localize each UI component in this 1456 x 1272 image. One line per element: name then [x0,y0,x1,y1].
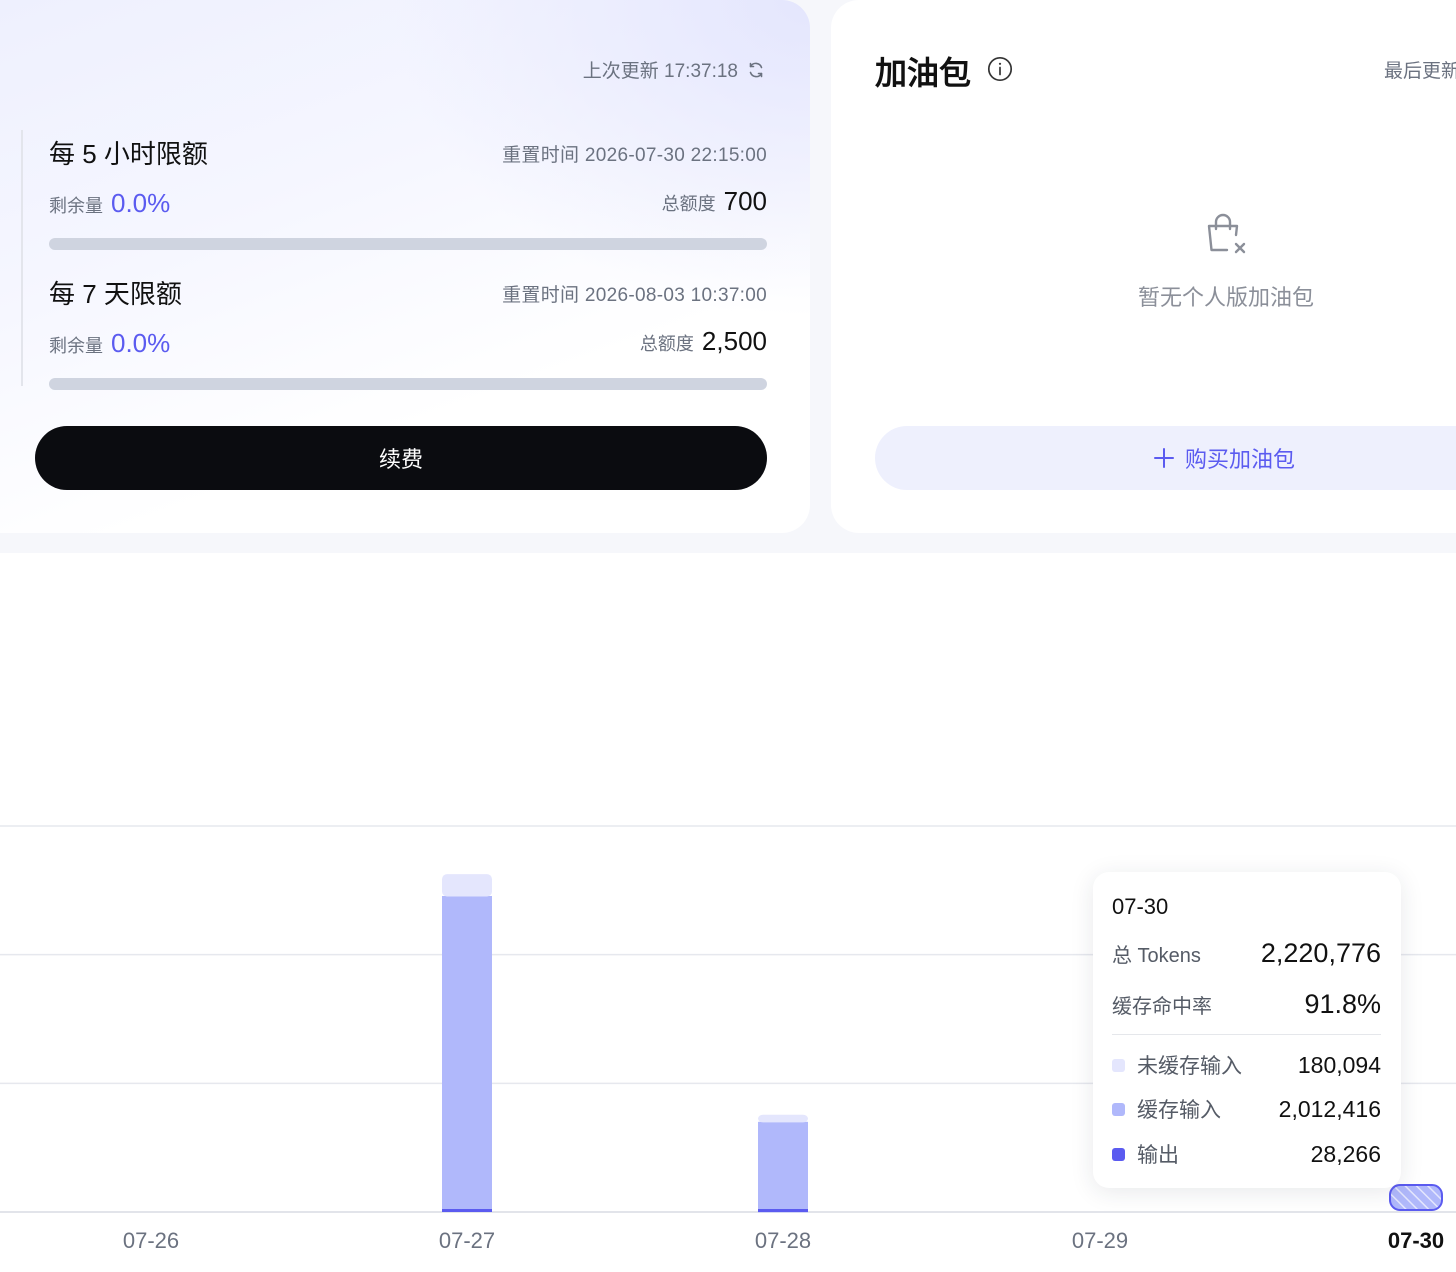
quota-title: 每 7 天限额 [49,279,182,309]
tooltip-item-cached: 缓存输入 2,012,416 [1112,1094,1381,1124]
addon-card: 加油包 最后更新 暂无个人版加油包 购买加油包 [831,0,1456,533]
tooltip-total-row: 总 Tokens 2,220,776 [1112,938,1381,969]
bar-segment-07-28-2 [758,1114,808,1123]
buy-addon-label: 购买加油包 [1185,447,1296,472]
addon-title: 加油包 [875,55,972,91]
bar-selected-07-30 [1389,1184,1443,1211]
total-quota: 总额度 700 [662,186,767,217]
empty-state-text: 暂无个人版加油包 [1137,285,1314,310]
x-tick-label: 07-27 [439,1228,495,1253]
x-tick-label: 07-28 [755,1228,811,1253]
bar-segment-07-28-1 [758,1121,808,1213]
quota-5-hour: 每 5 小时限额 重置时间 2026-07-30 22:15:00 剩余量 0.… [49,134,767,254]
remain: 剩余量 0.0% [49,188,170,219]
tooltip-total-label: 总 Tokens [1112,945,1201,967]
total-value: 700 [723,186,767,216]
legend-swatch [1112,1058,1125,1072]
usage-dashboard: 上次更新 17:37:18 每 5 小时限额 重置时间 2026-07-30 2… [0,0,1456,1272]
bar-segment-07-27-2 [442,874,492,897]
tooltip-date: 07-30 [1112,894,1169,919]
legend-value: 180,094 [1297,1051,1381,1078]
tooltip-item-output: 输出 28,266 [1112,1139,1381,1169]
chart-tooltip: 07-30 总 Tokens 2,220,776 缓存命中率 91.8% 未缓存… [1093,872,1401,1188]
x-tick-label: 07-29 [1072,1228,1128,1253]
legend-label: 输出 [1137,1144,1179,1167]
quota-title: 每 5 小时限额 [49,139,208,169]
x-tick-label: 07-26 [123,1228,179,1253]
plus-icon [1154,448,1174,468]
quota-divider-line [21,130,23,386]
legend-label: 缓存输入 [1137,1099,1221,1122]
refresh-icon[interactable] [746,60,766,80]
remain-label: 剩余量 [49,196,103,216]
last-update-status: 上次更新 17:37:18 [583,56,766,83]
total-label: 总额度 [639,334,694,354]
tooltip-divider [1112,1034,1381,1035]
bar-output-07-27 [442,1209,492,1212]
legend-swatch [1112,1147,1125,1161]
legend-value: 28,266 [1310,1140,1381,1167]
total-label: 总额度 [661,194,716,214]
remain-value: 0.0% [111,188,171,218]
legend-label: 未缓存输入 [1137,1055,1242,1078]
x-tick-label: 07-30 [1388,1228,1444,1253]
total-quota: 总额度 2,500 [640,326,767,357]
addon-last-update: 最后更新 [1384,61,1456,82]
reset-time: 重置时间 2026-07-30 22:15:00 [502,145,767,166]
plan-card: 上次更新 17:37:18 每 5 小时限额 重置时间 2026-07-30 2… [0,0,810,533]
renew-button[interactable]: 续费 [35,426,767,490]
remain-value: 0.0% [111,328,171,358]
quota-7-day: 每 7 天限额 重置时间 2026-08-03 10:37:00 剩余量 0.0… [49,274,767,394]
info-icon[interactable] [987,56,1013,82]
remain-label: 剩余量 [49,336,103,356]
legend-swatch [1112,1102,1125,1116]
tooltip-hit-value: 91.8% [1304,989,1381,1019]
tooltip-hit-row: 缓存命中率 91.8% [1112,989,1381,1020]
legend-value: 2,012,416 [1278,1095,1381,1122]
reset-time: 重置时间 2026-08-03 10:37:00 [502,285,767,306]
bar-segment-07-27-1 [442,895,492,1212]
remain-progress-bar [49,238,767,250]
tooltip-total-value: 2,220,776 [1260,938,1381,968]
remain: 剩余量 0.0% [49,328,170,359]
remain-progress-bar [49,378,767,390]
last-update-text: 上次更新 17:37:18 [582,61,738,82]
tooltip-item-uncached: 未缓存输入 180,094 [1112,1050,1381,1080]
buy-addon-button[interactable]: 购买加油包 [875,426,1456,490]
total-value: 2,500 [701,326,767,356]
empty-bag-icon [1207,213,1246,254]
tooltip-hit-label: 缓存命中率 [1112,996,1212,1018]
bar-output-07-28 [758,1209,808,1212]
